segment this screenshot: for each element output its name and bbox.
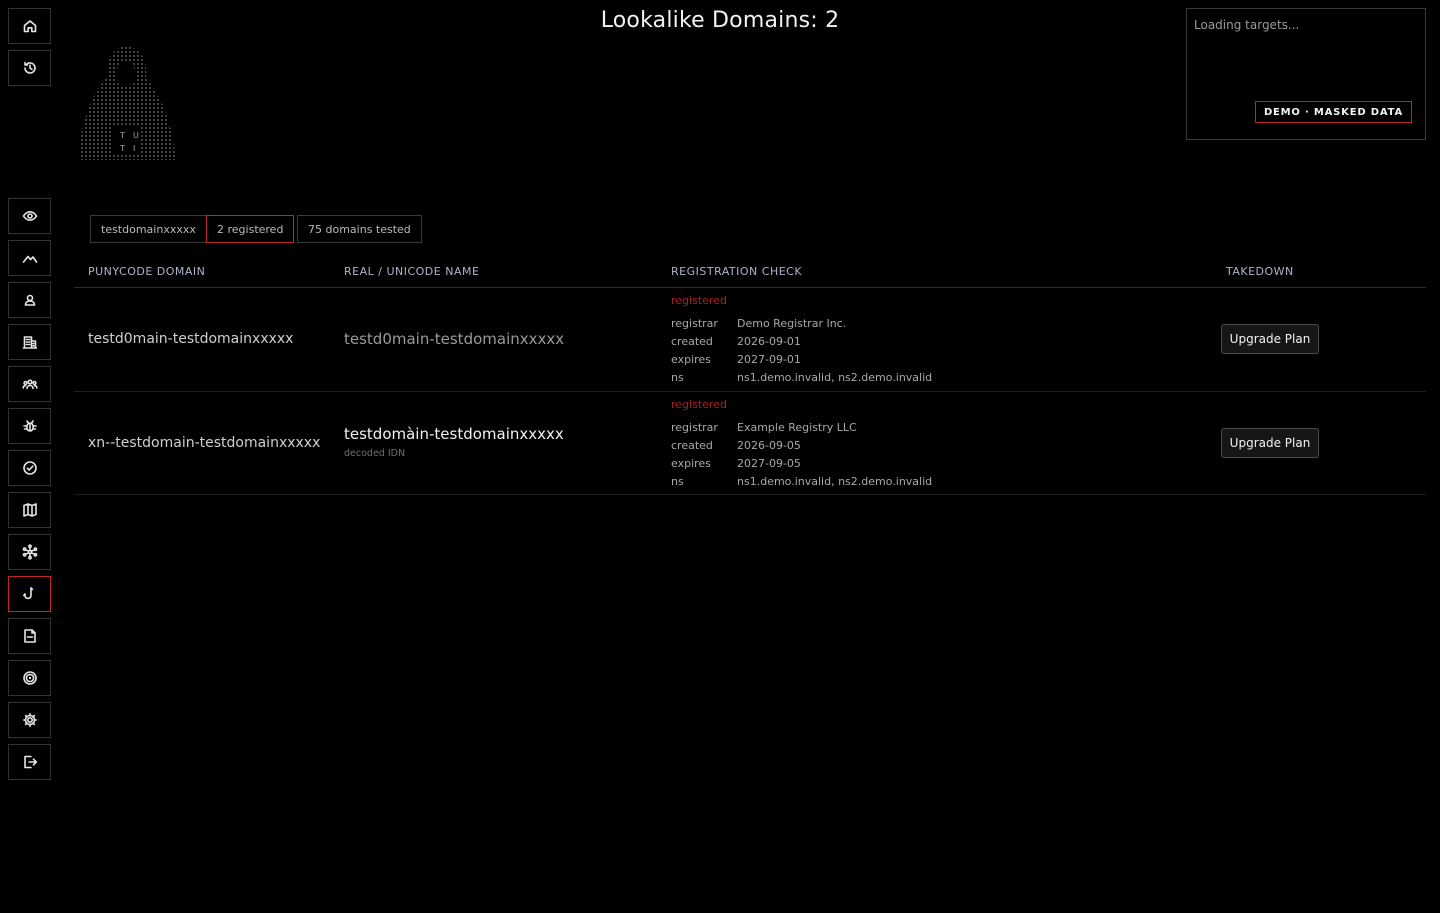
phishing-hook-icon [22, 587, 33, 600]
logout-icon [23, 755, 37, 769]
users-group-icon [21, 379, 38, 390]
registrar-value: Demo Registrar Inc. [737, 317, 847, 330]
logo-letter: U [133, 131, 139, 140]
hooded-figure-logo: T U T I [79, 46, 176, 160]
nav-targets-button[interactable] [8, 660, 51, 696]
nav-history-button[interactable] [8, 50, 51, 86]
domain-chip: testdomainxxxxx [90, 215, 207, 243]
expires-label: expires [671, 457, 711, 470]
nav-team-button[interactable] [8, 366, 51, 402]
created-value: 2026-09-01 [737, 335, 801, 348]
targets-panel: Loading targets... DEMO · MASKED DATA [1186, 8, 1426, 140]
nav-lookalike-domains-button[interactable] [8, 576, 51, 612]
user-icon [24, 294, 35, 306]
punycode-domain: testd0main-testdomainxxxxx [88, 331, 294, 347]
punycode-domain: xn--testdomain-testdomainxxxxx [88, 435, 321, 451]
gear-icon [22, 713, 37, 727]
nav-monitor-button[interactable] [8, 198, 51, 234]
registrar-label: registrar [671, 421, 718, 434]
registration-status: registered [671, 294, 727, 307]
upgrade-plan-button[interactable]: Upgrade Plan [1221, 428, 1319, 458]
column-header-takedown: TAKEDOWN [1226, 265, 1294, 278]
logo-letter: T [119, 144, 125, 153]
ns-label: ns [671, 475, 684, 488]
target-icon [22, 671, 37, 685]
document-icon [23, 629, 36, 643]
unicode-name: testdomàin-testdomainxxxxx [344, 425, 564, 443]
nav-compliance-button[interactable] [8, 450, 51, 486]
map-icon [22, 503, 37, 517]
unicode-name: testd0main-testdomainxxxxx [344, 330, 565, 348]
column-header-punycode: PUNYCODE DOMAIN [88, 265, 206, 278]
eye-icon [22, 211, 37, 221]
domains-tested-chip: 75 domains tested [297, 215, 422, 243]
idn-note: decoded IDN [344, 448, 406, 459]
nav-reports-button[interactable] [8, 618, 51, 654]
ns-label: ns [671, 371, 684, 384]
upgrade-plan-button[interactable]: Upgrade Plan [1221, 324, 1319, 354]
row-divider [74, 494, 1426, 495]
registrar-label: registrar [671, 317, 718, 330]
registrar-value: Example Registry LLC [737, 421, 857, 434]
nav-surface-button[interactable] [8, 240, 51, 276]
column-header-real-name: REAL / UNICODE NAME [344, 265, 480, 278]
bug-icon [22, 420, 37, 432]
badge-check-icon [22, 461, 37, 475]
expires-label: expires [671, 353, 711, 366]
ns-value: ns1.demo.invalid, ns2.demo.invalid [737, 371, 933, 384]
building-icon [22, 336, 37, 349]
history-icon [23, 61, 36, 74]
nav-map-button[interactable] [8, 492, 51, 528]
logo-letter: I [133, 144, 135, 153]
expires-value: 2027-09-05 [737, 457, 801, 470]
registration-status: registered [671, 398, 727, 411]
ns-value: ns1.demo.invalid, ns2.demo.invalid [737, 475, 933, 488]
mountain-icon [22, 255, 37, 263]
nav-vulnerabilities-button[interactable] [8, 408, 51, 444]
logo-letter: T [119, 131, 125, 140]
registered-count-chip: 2 registered [206, 215, 295, 243]
column-header-registration-check: REGISTRATION CHECK [671, 265, 803, 278]
nav-person-button[interactable] [8, 282, 51, 318]
table-header-divider [74, 287, 1426, 288]
created-label: created [671, 335, 713, 348]
created-label: created [671, 439, 713, 452]
expires-value: 2027-09-01 [737, 353, 801, 366]
demo-masked-badge: DEMO · MASKED DATA [1254, 101, 1412, 123]
nav-settings-button[interactable] [8, 702, 51, 738]
targets-loading-text: Loading targets... [1194, 18, 1300, 32]
row-divider [74, 391, 1426, 392]
created-value: 2026-09-05 [737, 439, 801, 452]
nav-company-button[interactable] [8, 324, 51, 360]
nav-network-button[interactable] [8, 534, 51, 570]
nav-logout-button[interactable] [8, 744, 51, 780]
network-icon [22, 544, 37, 560]
